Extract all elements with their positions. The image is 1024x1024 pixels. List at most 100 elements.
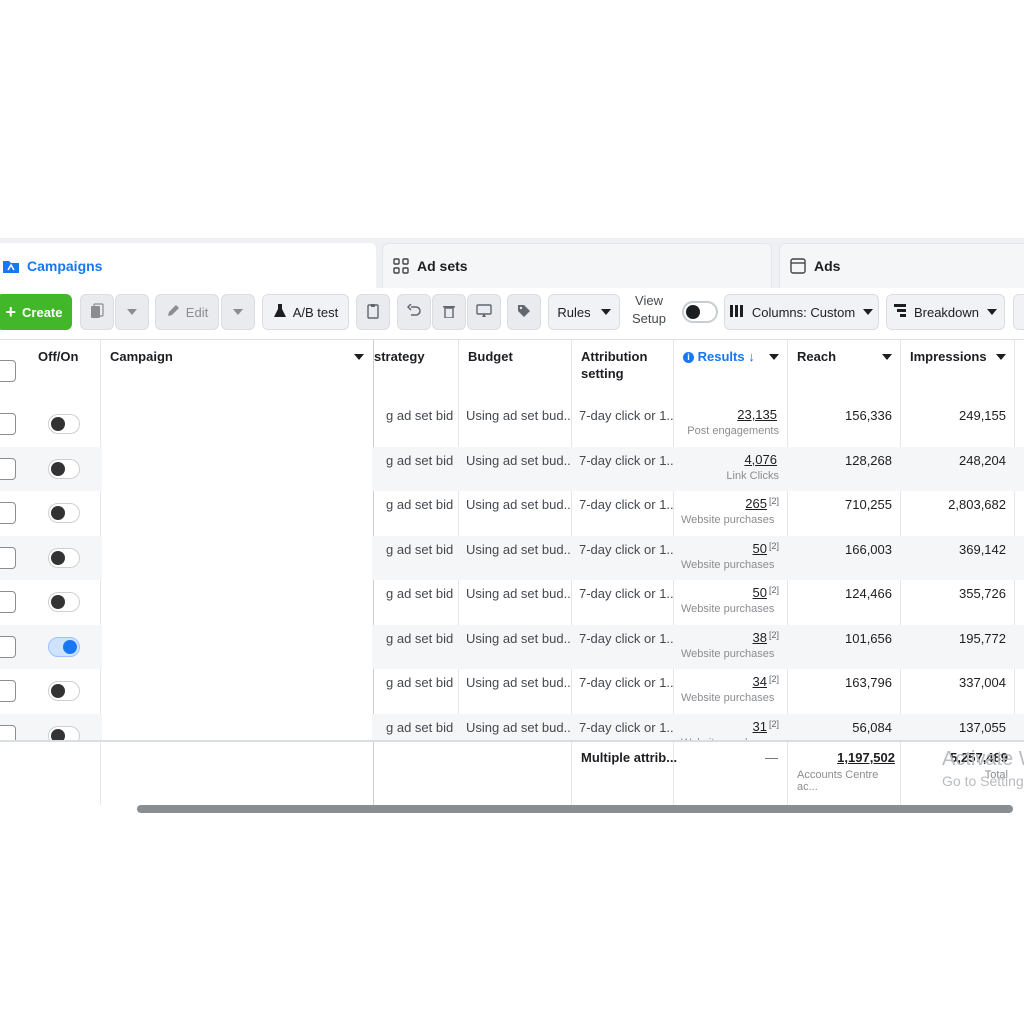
tab-campaigns[interactable]: Campaigns — [0, 243, 376, 288]
attribution-badge: [2] — [768, 629, 779, 640]
attribution-badge: [2] — [768, 496, 779, 506]
results-cell: 4,076 Link Clicks — [673, 447, 787, 491]
campaign-toggle[interactable] — [48, 503, 80, 523]
results-value[interactable]: 23,135 — [737, 407, 777, 422]
duplicate-dropdown-button[interactable] — [115, 294, 149, 330]
header-off-on[interactable]: Off/On — [30, 340, 100, 402]
header-attribution-setting[interactable]: Attribution setting — [573, 340, 673, 402]
breakdown-label: Breakdown — [913, 304, 980, 320]
tab-ads[interactable]: Ads — [779, 243, 1024, 288]
results-cell: 50 [2] Website purchases — [673, 536, 787, 580]
bid-strategy-cell: g ad set bid ... — [386, 630, 458, 646]
reach-cell: 124,466 — [845, 586, 892, 601]
results-cell: 34 [2] Website purchases — [673, 669, 787, 713]
results-value[interactable]: 50 — [753, 585, 767, 600]
header-campaign[interactable]: Campaign — [102, 340, 372, 402]
tab-label: Campaigns — [27, 258, 103, 274]
header-attribution-line2: setting — [581, 366, 624, 381]
row-checkbox[interactable] — [0, 591, 16, 613]
export-button[interactable] — [467, 294, 501, 330]
caret-down-icon[interactable] — [996, 354, 1006, 360]
caret-down-icon[interactable] — [882, 354, 892, 360]
campaign-toggle[interactable] — [48, 547, 80, 568]
undo-button[interactable] — [397, 294, 431, 330]
view-setup-toggle[interactable] — [682, 301, 718, 323]
header-reach[interactable]: Reach — [789, 340, 900, 402]
bid-strategy-cell: g ad set bid ... — [386, 586, 458, 601]
create-button[interactable]: + Create — [0, 294, 72, 330]
campaign-toggle[interactable] — [48, 458, 80, 479]
results-value[interactable]: 4,076 — [744, 452, 777, 467]
columns-button[interactable]: Columns: Custom — [724, 294, 879, 330]
impressions-cell: 355,726 — [959, 586, 1006, 601]
tag-button[interactable] — [507, 294, 541, 330]
rules-label: Rules — [557, 304, 591, 320]
caret-down-icon[interactable] — [769, 354, 779, 360]
header-attribution-line1: Attribution — [581, 349, 648, 364]
columns-icon — [729, 304, 744, 320]
campaign-toggle[interactable] — [48, 681, 80, 701]
bid-strategy-cell: g ad set bid ... — [386, 408, 458, 423]
tab-ad-sets[interactable]: Ad sets — [382, 243, 772, 288]
horizontal-scrollbar[interactable] — [137, 805, 1013, 813]
header-impressions-label: Impressions — [910, 349, 987, 364]
view-setup-line1: View — [635, 293, 663, 308]
row-checkbox[interactable] — [0, 680, 16, 702]
header-budget[interactable]: Budget — [460, 340, 570, 402]
results-value[interactable]: 31 — [753, 719, 767, 734]
rules-button[interactable]: Rules — [548, 294, 620, 330]
results-type: Website purchases — [681, 514, 775, 526]
level-tabs: Campaigns Ad sets Ads — [0, 238, 1024, 288]
row-checkbox[interactable] — [0, 502, 16, 524]
duplicate-button[interactable] — [80, 294, 114, 330]
impressions-cell: 195,772 — [959, 630, 1006, 646]
select-all-checkbox[interactable] — [0, 360, 16, 382]
results-type: Post engagements — [687, 425, 779, 437]
campaign-toggle[interactable] — [48, 592, 80, 612]
ab-test-button[interactable]: A/B test — [262, 294, 349, 330]
delete-button[interactable] — [432, 294, 466, 330]
campaign-toggle[interactable] — [48, 636, 80, 657]
header-results[interactable]: i Results ↓ — [675, 340, 787, 402]
toggle-knob — [686, 305, 700, 319]
campaign-name-column — [102, 402, 372, 762]
export-icon — [476, 303, 492, 321]
results-value[interactable]: 34 — [753, 674, 767, 689]
results-value[interactable]: 265 — [745, 496, 767, 511]
results-value[interactable]: 50 — [753, 541, 767, 556]
attribution-badge: [2] — [768, 674, 779, 684]
row-checkbox[interactable] — [0, 457, 16, 480]
impressions-cell: 248,204 — [959, 452, 1006, 468]
tab-label: Ads — [814, 258, 841, 274]
trash-icon — [443, 304, 455, 321]
bid-strategy-cell: g ad set bid ... — [386, 675, 458, 690]
row-checkbox[interactable] — [0, 413, 16, 435]
row-checkbox[interactable] — [0, 546, 16, 569]
edit-dropdown-button[interactable] — [221, 294, 255, 330]
campaign-toggle[interactable] — [48, 414, 80, 434]
header-bid-strategy[interactable]: strategy — [366, 340, 458, 402]
toggle-knob — [51, 461, 65, 476]
edit-button[interactable]: Edit — [155, 294, 219, 330]
column-divider — [900, 742, 901, 805]
results-type: Website purchases — [681, 603, 775, 615]
impressions-cell: 337,004 — [959, 675, 1006, 690]
bid-strategy-cell: g ad set bid ... — [386, 452, 458, 468]
caret-down-icon[interactable] — [354, 354, 364, 360]
plus-icon: + — [5, 302, 17, 322]
attribution-cell: 7-day click or 1... — [579, 452, 673, 468]
more-toolbar-button[interactable] — [1013, 294, 1024, 330]
breakdown-button[interactable]: Breakdown — [886, 294, 1005, 330]
impressions-cell: 249,155 — [959, 408, 1006, 423]
attribution-cell: 7-day click or 1... — [579, 630, 673, 646]
row-checkbox[interactable] — [0, 635, 16, 658]
toggle-knob — [51, 417, 65, 431]
attribution-cell: 7-day click or 1... — [579, 541, 673, 557]
totals-reach-sub: Accounts Centre ac... — [797, 769, 879, 793]
clipboard-button[interactable] — [356, 294, 390, 330]
results-value[interactable]: 38 — [753, 630, 767, 645]
header-impressions[interactable]: Impressions — [902, 340, 1014, 402]
totals-reach-value[interactable]: 1,197,502 — [837, 750, 895, 765]
caret-down-icon — [233, 309, 243, 315]
duplicate-icon — [90, 302, 104, 322]
